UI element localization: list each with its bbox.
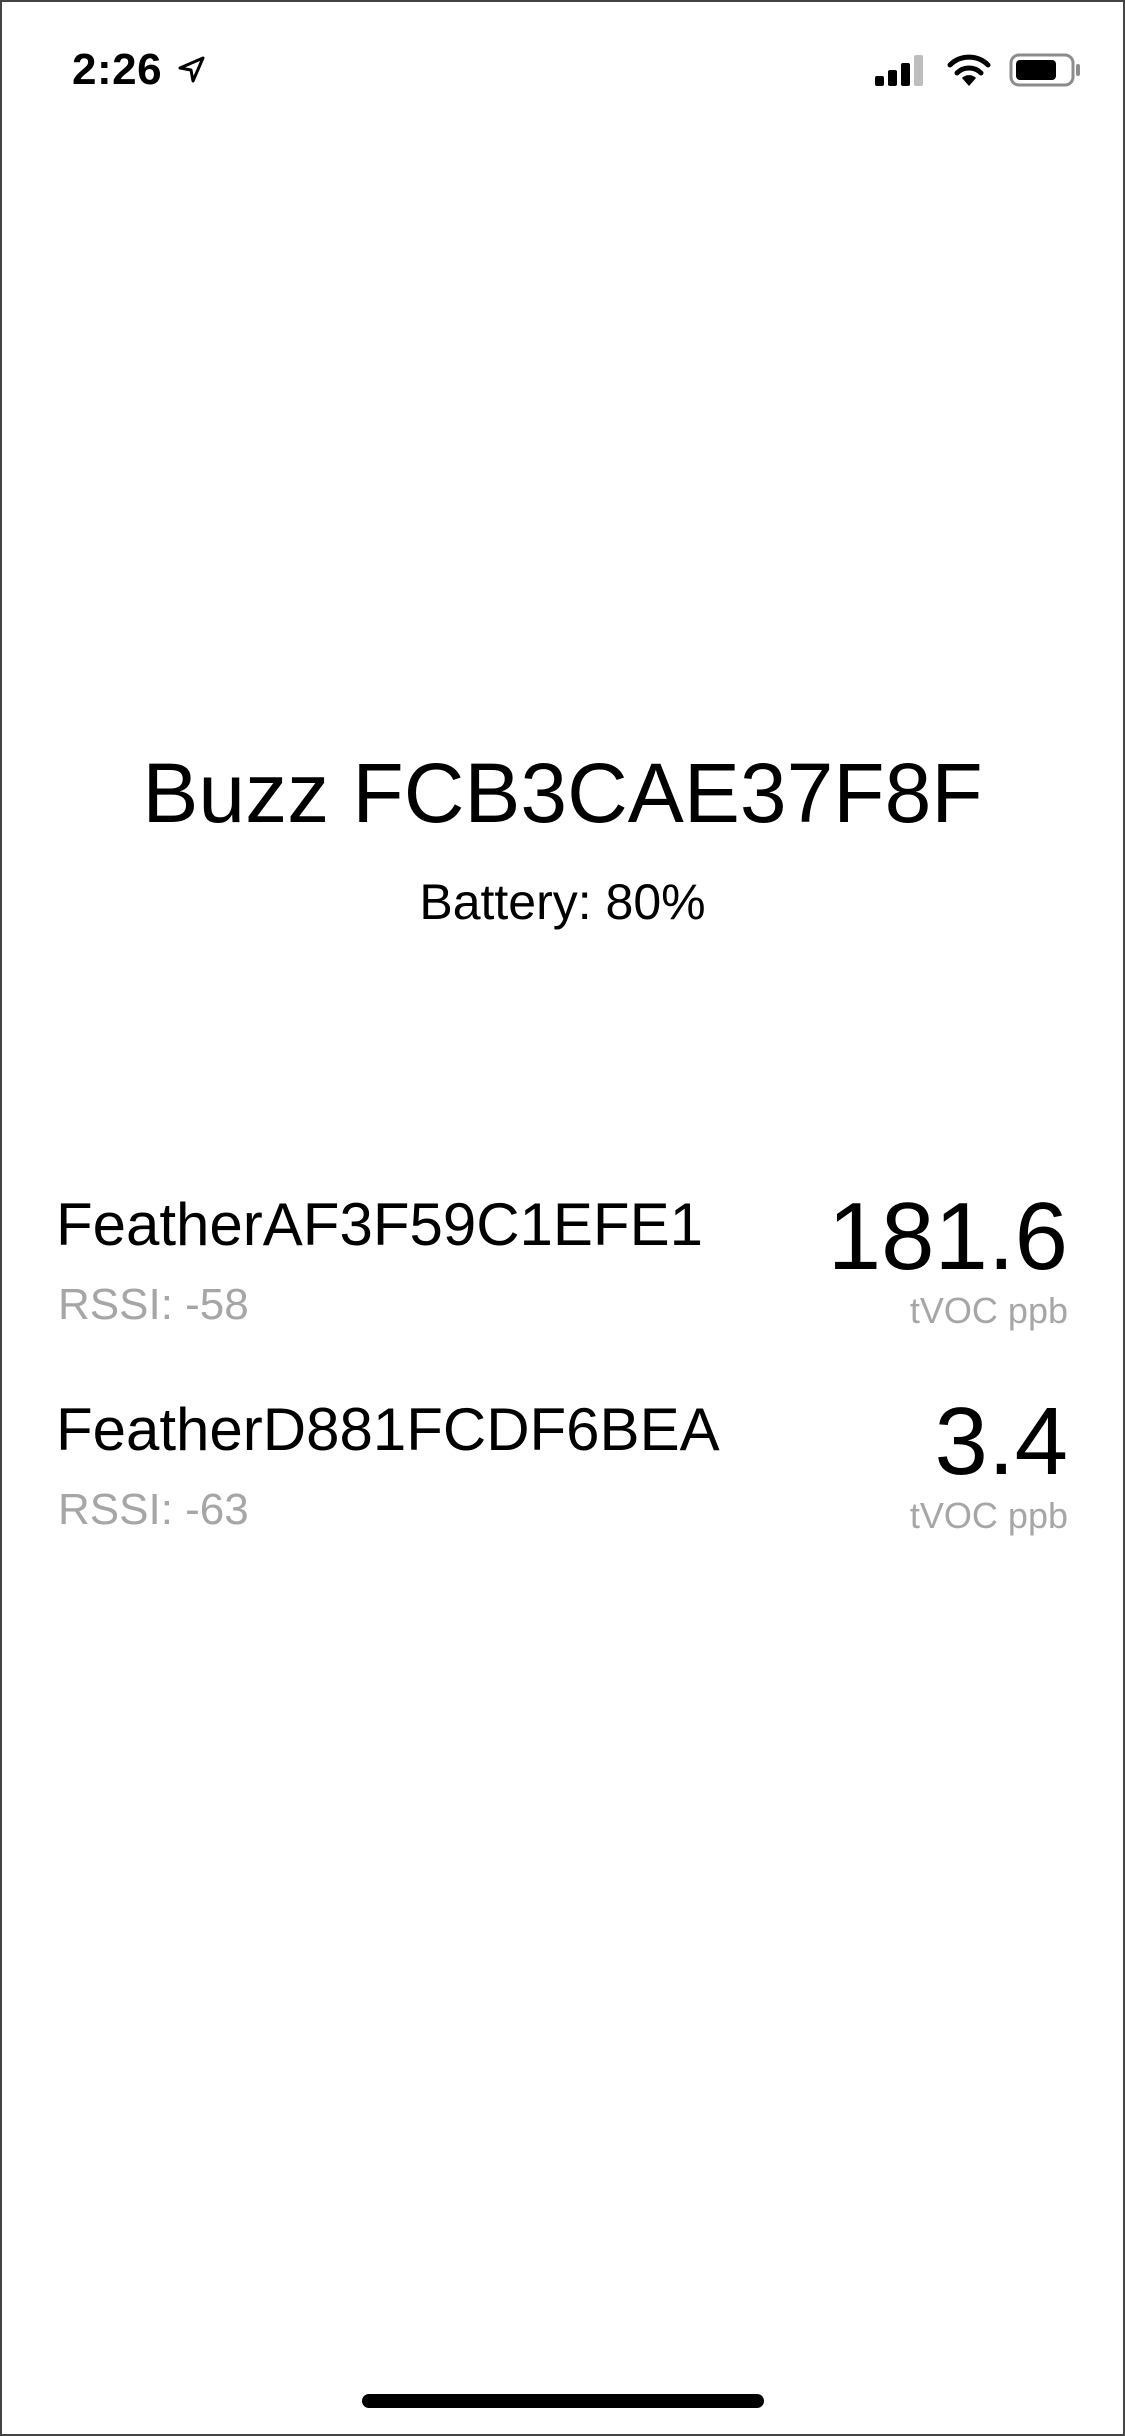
status-time-group: 2:26 bbox=[72, 40, 206, 100]
location-arrow-icon bbox=[176, 55, 206, 85]
sensor-value: 3.4 bbox=[934, 1388, 1068, 1495]
device-title: Buzz FCB3CAE37F8F bbox=[142, 746, 983, 840]
battery-icon bbox=[1009, 52, 1083, 88]
sensor-list: FeatherAF3F59C1EFE1 RSSI: -58 181.6 tVOC… bbox=[56, 1183, 1068, 1595]
sensor-row[interactable]: FeatherD881FCDF6BEA RSSI: -63 3.4 tVOC p… bbox=[56, 1388, 1068, 1595]
status-bar: 2:26 bbox=[0, 0, 1125, 140]
sensor-value: 181.6 bbox=[827, 1183, 1068, 1290]
sensor-row[interactable]: FeatherAF3F59C1EFE1 RSSI: -58 181.6 tVOC… bbox=[56, 1183, 1068, 1390]
sensor-unit: tVOC ppb bbox=[909, 1290, 1068, 1331]
battery-level: Battery: 80% bbox=[419, 874, 706, 930]
sensor-name: FeatherAF3F59C1EFE1 bbox=[56, 1191, 703, 1258]
cellular-signal-icon bbox=[873, 52, 929, 88]
sensor-rssi: RSSI: -63 bbox=[58, 1485, 249, 1534]
home-indicator[interactable] bbox=[362, 2394, 764, 2408]
status-icons bbox=[873, 48, 1083, 92]
sensor-rssi: RSSI: -58 bbox=[58, 1280, 249, 1329]
sensor-name: FeatherD881FCDF6BEA bbox=[56, 1396, 720, 1463]
status-time: 2:26 bbox=[72, 45, 163, 94]
sensor-unit: tVOC ppb bbox=[909, 1495, 1068, 1536]
wifi-icon bbox=[945, 52, 993, 88]
